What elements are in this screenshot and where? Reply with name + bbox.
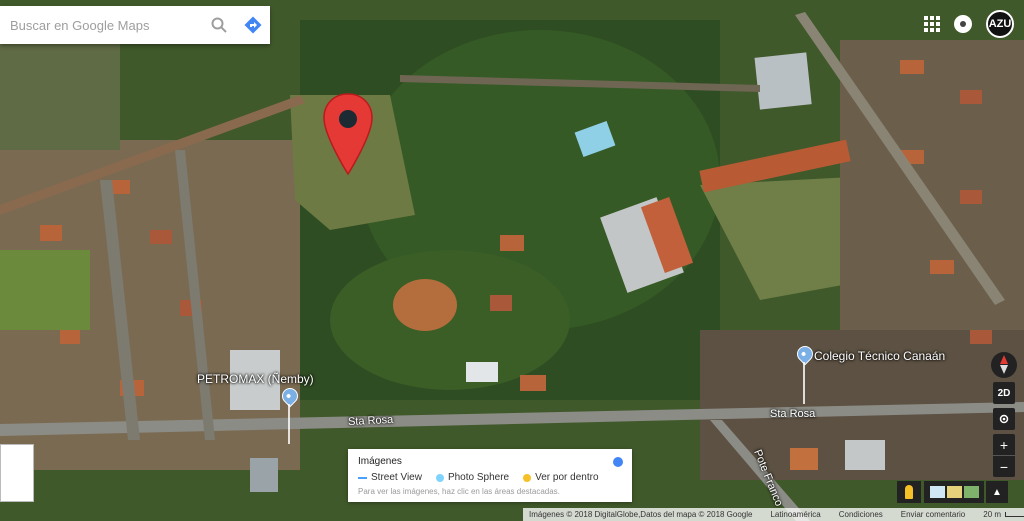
legend-label: Ver por dentro bbox=[535, 472, 599, 483]
poi-stem bbox=[803, 362, 805, 404]
apps-grid-icon[interactable] bbox=[924, 16, 940, 32]
legend-label: Street View bbox=[371, 472, 422, 483]
attribution: Imágenes © 2018 DigitalGlobe,Datos del m… bbox=[529, 510, 753, 519]
satellite-map[interactable]: Sta Rosa Sta Rosa Pote Franco PETROMAX (… bbox=[0, 0, 1024, 521]
expand-icon[interactable]: ▲ bbox=[986, 481, 1008, 503]
imagery-thumbnails[interactable] bbox=[924, 481, 984, 503]
search-icon[interactable] bbox=[202, 6, 236, 44]
search-input[interactable] bbox=[0, 6, 202, 44]
place-label-petromax[interactable]: PETROMAX (Ñemby) bbox=[197, 372, 314, 386]
zoom-out-button[interactable]: − bbox=[993, 455, 1015, 477]
imagery-panel: Imágenes Street View Photo Sphere Ver po… bbox=[348, 449, 632, 502]
street-label: Sta Rosa bbox=[347, 413, 394, 429]
imagery-hint: Para ver las imágenes, haz clic en las á… bbox=[358, 487, 560, 496]
directions-icon[interactable] bbox=[236, 6, 270, 44]
photo-sphere-dot-icon bbox=[435, 473, 444, 482]
satellite-imagery bbox=[0, 0, 1024, 521]
notifications-icon[interactable] bbox=[954, 15, 972, 33]
place-label-colegio[interactable]: Colegio Técnico Canaán bbox=[814, 349, 945, 363]
my-location-icon[interactable] bbox=[993, 408, 1015, 430]
map-controls: 2D + − bbox=[991, 352, 1017, 477]
street-label: Sta Rosa bbox=[770, 408, 816, 420]
account-bar: AZU bbox=[924, 10, 1014, 38]
poi-stem bbox=[288, 404, 290, 444]
legend-photo-sphere[interactable]: Photo Sphere bbox=[435, 472, 510, 483]
imagery-toggle[interactable] bbox=[613, 457, 623, 467]
legend-indoor[interactable]: Ver por dentro bbox=[523, 472, 599, 483]
legend-label: Photo Sphere bbox=[447, 472, 510, 483]
pegman-icon[interactable] bbox=[897, 481, 921, 503]
region-link[interactable]: Latinoamérica bbox=[770, 510, 820, 519]
view-mode-button[interactable]: 2D bbox=[993, 382, 1015, 404]
thumbnail bbox=[946, 486, 962, 498]
imagery-title: Imágenes bbox=[358, 456, 402, 467]
zoom-control: + − bbox=[993, 434, 1015, 477]
street-view-line-icon bbox=[358, 476, 367, 479]
layer-preview-card[interactable] bbox=[0, 444, 34, 502]
terms-link[interactable]: Condiciones bbox=[839, 510, 883, 519]
imagery-legend: Street View Photo Sphere Ver por dentro bbox=[358, 472, 599, 483]
thumbnail bbox=[963, 486, 979, 498]
indoor-dot-icon bbox=[523, 473, 532, 482]
legend-street-view[interactable]: Street View bbox=[358, 472, 422, 483]
feedback-link[interactable]: Enviar comentario bbox=[901, 510, 965, 519]
zoom-in-button[interactable]: + bbox=[993, 434, 1015, 455]
avatar[interactable]: AZU bbox=[986, 10, 1014, 38]
red-pin-icon[interactable] bbox=[322, 92, 374, 176]
search-box bbox=[0, 6, 270, 44]
map-footer: Imágenes © 2018 DigitalGlobe,Datos del m… bbox=[523, 508, 1024, 521]
thumbnail bbox=[929, 486, 945, 498]
compass-icon[interactable] bbox=[991, 352, 1017, 378]
scale-label: 20 m bbox=[983, 510, 1002, 519]
scale-bar[interactable]: 20 m bbox=[983, 510, 1024, 519]
